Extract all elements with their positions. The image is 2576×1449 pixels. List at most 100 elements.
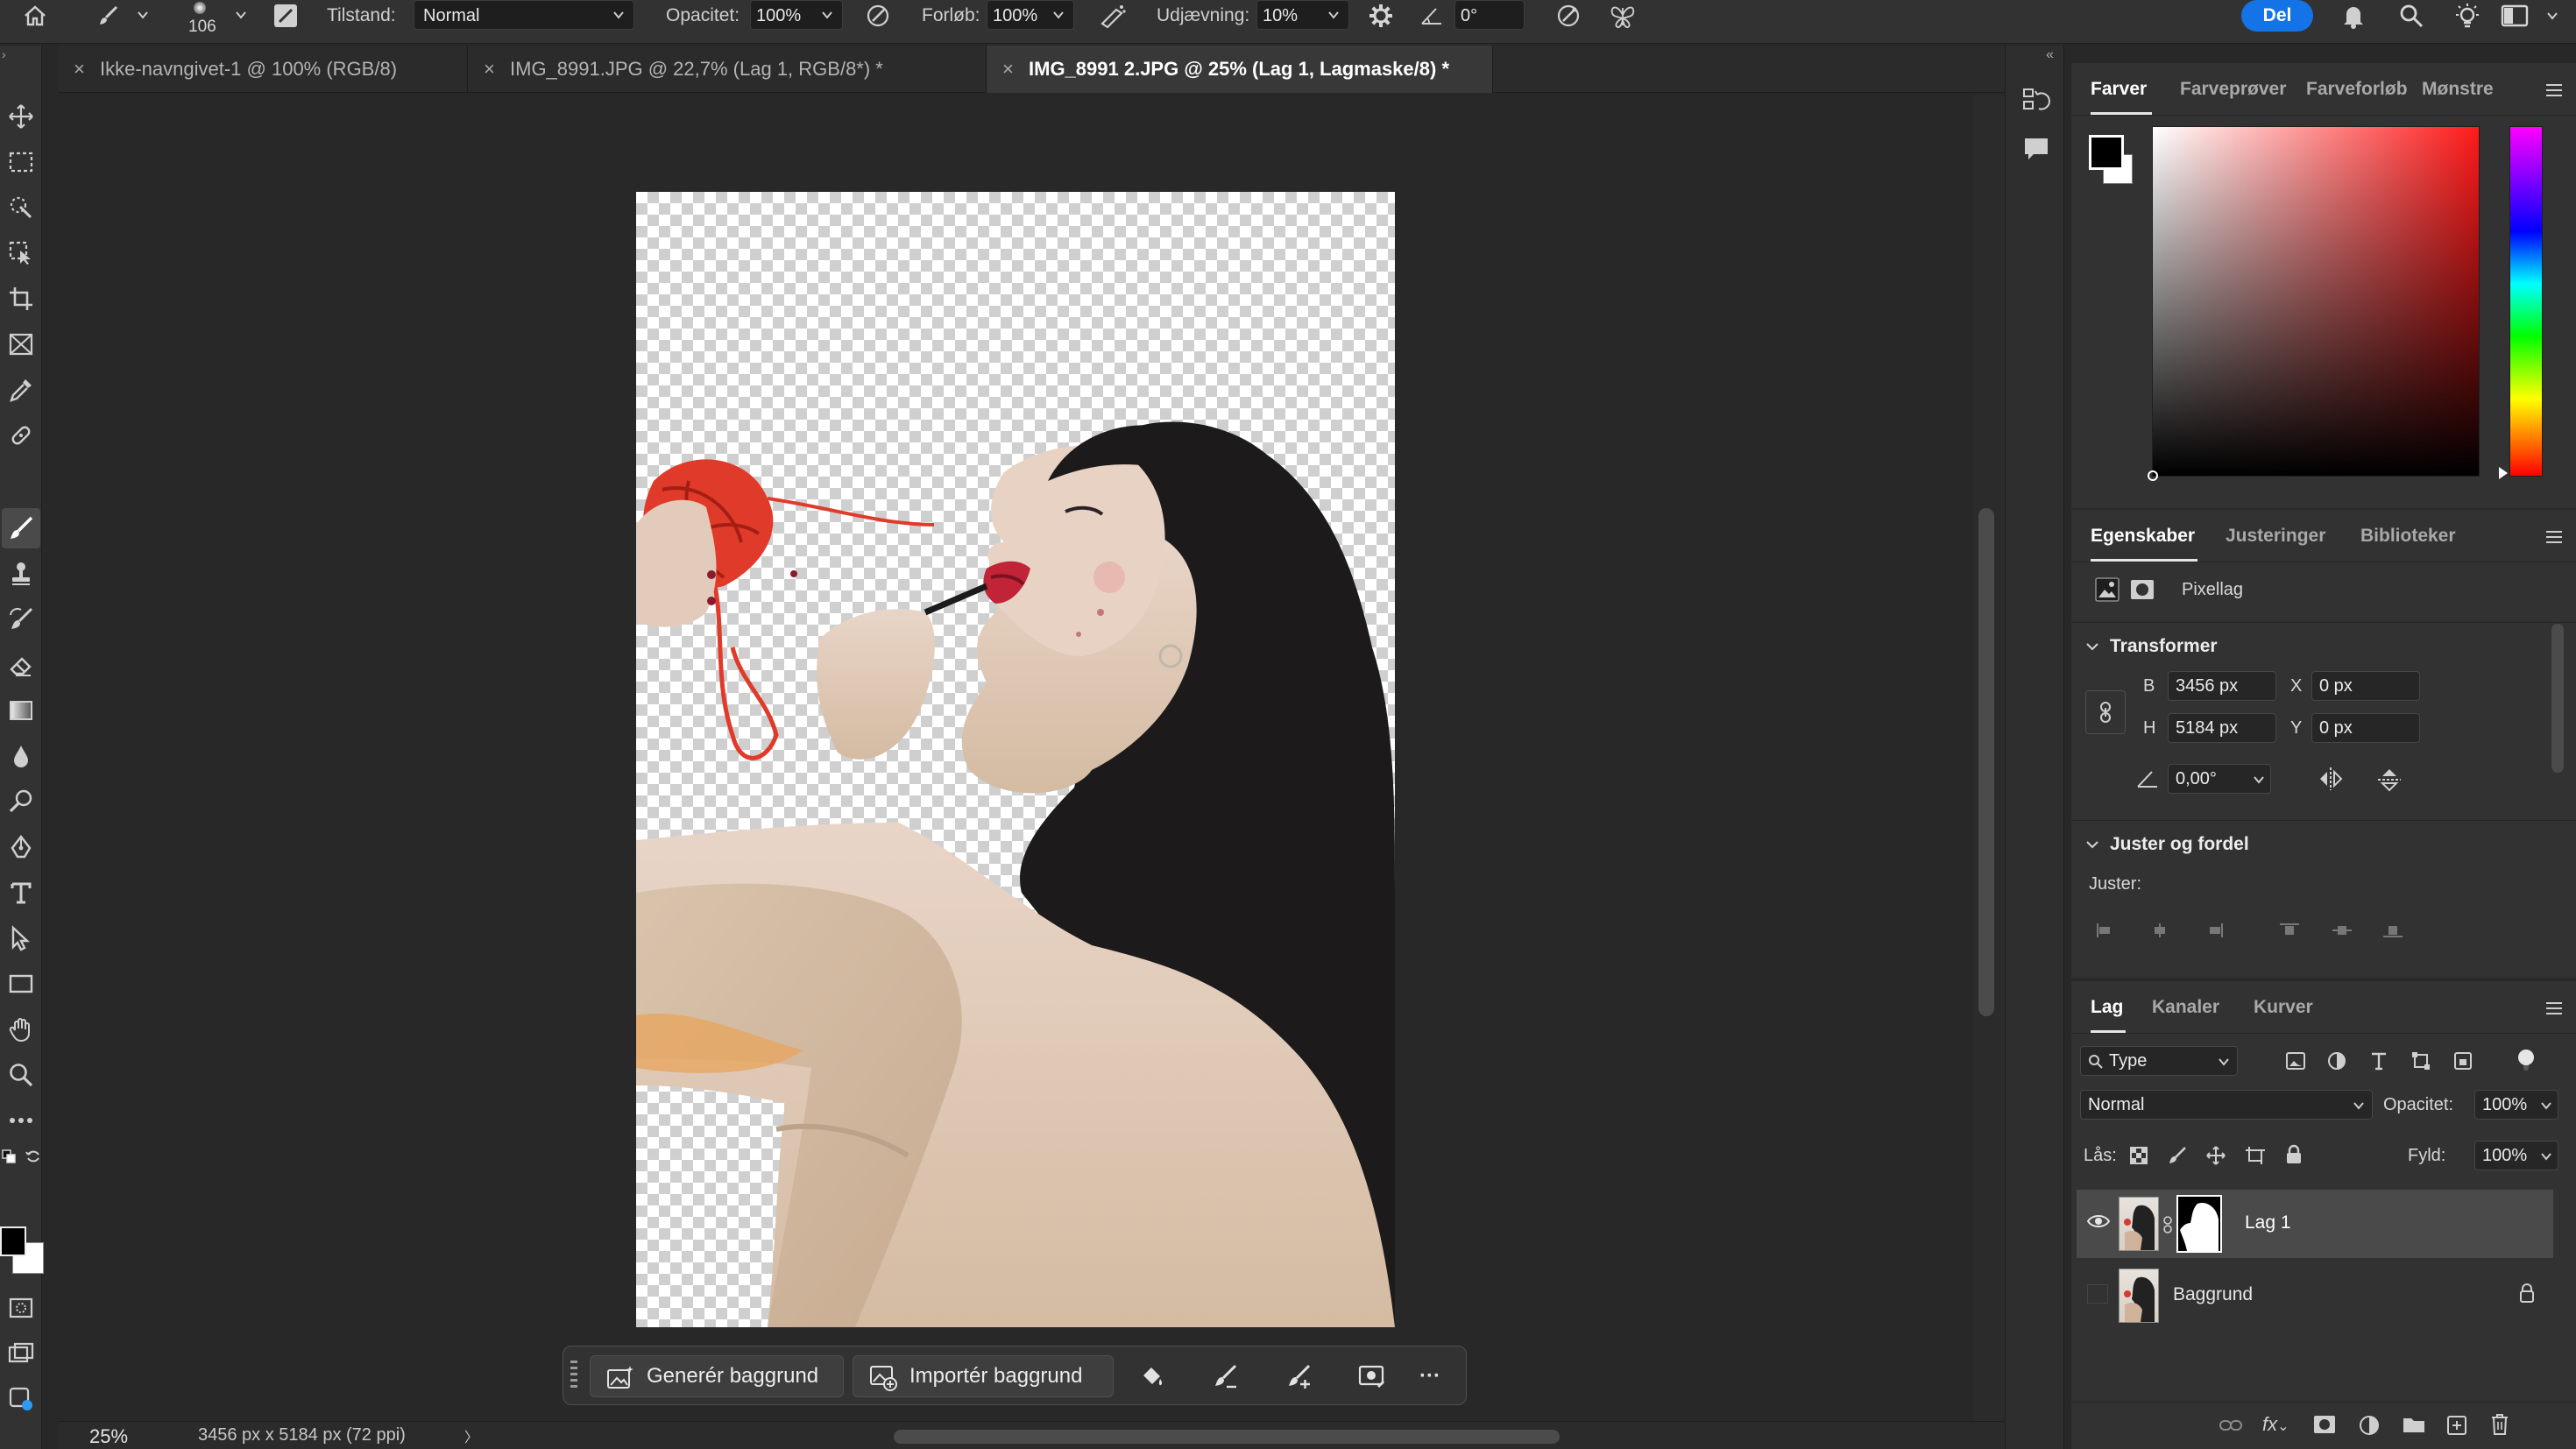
gradient-tool-icon[interactable] [2, 690, 40, 731]
dock-collapse-icon[interactable]: « [2046, 47, 2054, 63]
filter-pixel-icon[interactable] [2285, 1051, 2306, 1071]
tab-channels[interactable]: Kanaler [2152, 981, 2219, 1034]
smoothing-field[interactable]: 10% [1256, 0, 1349, 30]
x-input[interactable]: 0 px [2311, 671, 2420, 701]
hue-slider-handle[interactable] [2497, 466, 2509, 480]
chevron-down-icon[interactable] [2085, 640, 2099, 654]
tab-properties[interactable]: Egenskaber [2091, 510, 2195, 562]
filter-smart-object-icon[interactable] [2453, 1051, 2473, 1071]
marquee-tool-icon[interactable] [2, 142, 40, 182]
fx-icon[interactable]: fx⌄ [2262, 1413, 2289, 1436]
fill-field[interactable]: 100% [2474, 1141, 2558, 1170]
panel-menu-icon[interactable] [2544, 529, 2564, 545]
tab-adjustments[interactable]: Justeringer [2226, 510, 2325, 562]
move-tool-icon[interactable] [2, 96, 40, 137]
saturation-brightness-field[interactable] [2148, 126, 2480, 481]
tab-img-8991-2[interactable]: × IMG_8991 2.JPG @ 25% (Lag 1, Lagmaske/… [987, 46, 1493, 93]
swap-colors-icon[interactable] [25, 1148, 42, 1165]
eye-visibility-icon[interactable] [2087, 1212, 2110, 1230]
path-selection-tool-icon[interactable] [2, 918, 40, 958]
align-left-edges-icon[interactable] [2096, 922, 2115, 939]
eyedropper-tool-icon[interactable] [2, 370, 40, 410]
close-icon[interactable]: × [1002, 46, 1014, 93]
align-vertical-centers-icon[interactable] [2331, 922, 2353, 939]
filter-adjustment-icon[interactable] [2327, 1051, 2346, 1071]
bell-icon[interactable] [2336, 0, 2371, 32]
foreground-color-swatch[interactable] [2089, 135, 2124, 170]
import-background-button[interactable]: Importér baggrund [853, 1355, 1114, 1397]
layer-mask-thumbnail[interactable] [2176, 1195, 2222, 1253]
new-adjustment-layer-icon[interactable] [2359, 1415, 2380, 1436]
gear-icon[interactable] [1363, 0, 1398, 32]
history-brush-tool-icon[interactable] [2, 599, 40, 640]
search-icon[interactable] [2394, 0, 2429, 32]
pressure-opacity-icon[interactable] [860, 0, 895, 32]
tab-swatches[interactable]: Farveprøver [2180, 63, 2286, 116]
lock-position-icon[interactable] [2206, 1146, 2226, 1165]
rectangle-tool-icon[interactable] [2, 964, 40, 1004]
brush-size-picker[interactable]: 106 [180, 0, 223, 44]
airbrush-icon[interactable] [1095, 0, 1130, 32]
frame-tool-icon[interactable] [2, 324, 40, 364]
panel-menu-icon[interactable] [2544, 82, 2564, 98]
brush-subtract-icon[interactable] [1207, 1359, 1243, 1394]
y-input[interactable]: 0 px [2311, 713, 2420, 743]
zoom-level[interactable]: 25% [89, 1425, 128, 1448]
pen-tool-icon[interactable] [2, 827, 40, 867]
hand-tool-icon[interactable] [2, 1009, 40, 1050]
screen-mode-icon[interactable] [2, 1333, 40, 1374]
mask-options-icon[interactable] [1354, 1359, 1391, 1394]
layer-name[interactable]: Lag 1 [2245, 1212, 2291, 1233]
fill-bucket-icon[interactable] [1133, 1359, 1170, 1394]
lock-transparency-icon[interactable] [2129, 1146, 2148, 1165]
visibility-toggle[interactable] [2087, 1284, 2108, 1304]
layer-opacity-field[interactable]: 100% [2474, 1090, 2558, 1120]
lightbulb-icon[interactable] [2450, 0, 2485, 32]
more-tools-icon[interactable] [2, 1100, 40, 1141]
dodge-tool-icon[interactable] [2, 781, 40, 822]
healing-brush-tool-icon[interactable] [2, 415, 40, 456]
status-info-menu[interactable]: 〉 [464, 1425, 478, 1446]
generate-background-button[interactable]: Generér baggrund [590, 1355, 844, 1397]
align-right-edges-icon[interactable] [2204, 922, 2224, 939]
layer-row[interactable]: Baggrund [2077, 1262, 2553, 1330]
close-icon[interactable]: × [484, 46, 495, 93]
brush-add-icon[interactable] [1280, 1359, 1317, 1394]
home-icon[interactable] [18, 0, 53, 32]
rotation-input[interactable]: 0,00° [2168, 764, 2271, 794]
crop-tool-icon[interactable] [2, 279, 40, 319]
chevron-down-icon[interactable] [137, 9, 149, 21]
align-horizontal-centers-icon[interactable] [2150, 922, 2169, 939]
align-distribute-title[interactable]: Juster og fordel [2110, 834, 2249, 855]
blend-mode-dropdown[interactable]: Normal [2080, 1090, 2373, 1120]
clone-stamp-tool-icon[interactable] [2, 554, 40, 594]
tab-gradients[interactable]: Farveforløb [2306, 63, 2408, 116]
opacity-field[interactable]: 100% [750, 0, 843, 30]
lock-all-icon[interactable] [2285, 1144, 2303, 1165]
tab-layers[interactable]: Lag [2091, 981, 2123, 1034]
quick-select-tool-icon[interactable] [2, 233, 40, 273]
lock-artboard-icon[interactable] [2245, 1146, 2266, 1165]
trash-delete-icon[interactable] [2490, 1413, 2509, 1436]
blur-tool-icon[interactable] [2, 736, 40, 776]
brush-tool-preset-icon[interactable] [91, 0, 126, 32]
history-panel-icon[interactable] [2021, 86, 2051, 116]
lock-pixels-icon[interactable] [2168, 1146, 2187, 1165]
brush-tool-icon[interactable] [2, 508, 40, 548]
align-top-edges-icon[interactable] [2278, 922, 2301, 939]
brush-angle-field[interactable]: 0° [1454, 0, 1525, 30]
horizontal-scroll-thumb[interactable] [894, 1430, 1560, 1444]
new-layer-icon[interactable] [2446, 1415, 2467, 1436]
layer-row[interactable]: Lag 1 [2077, 1190, 2553, 1258]
link-layers-icon[interactable] [2219, 1417, 2243, 1434]
tab-colors[interactable]: Farver [2091, 63, 2147, 116]
type-tool-icon[interactable] [2, 873, 40, 913]
sensei-generative-icon[interactable] [2, 1379, 40, 1419]
document-canvas[interactable] [636, 192, 1395, 1327]
filter-shape-icon[interactable] [2411, 1051, 2431, 1071]
tab-libraries[interactable]: Biblioteker [2360, 510, 2456, 562]
width-input[interactable]: 3456 px [2168, 671, 2276, 701]
pressure-size-icon[interactable] [1551, 0, 1586, 32]
brush-settings-panel-icon[interactable] [268, 0, 303, 32]
color-picker-handle[interactable] [2148, 470, 2158, 481]
